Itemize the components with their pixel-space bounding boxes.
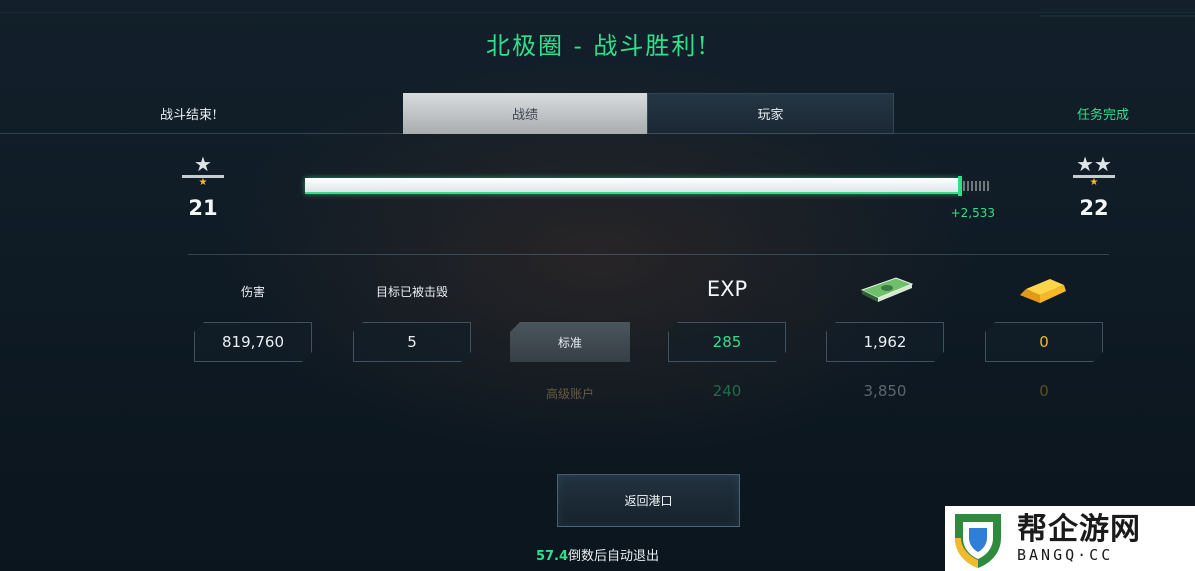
- background-line: [0, 12, 1195, 13]
- countdown-text: 倒数后自动退出: [568, 549, 660, 564]
- money-stack-icon: [860, 277, 914, 302]
- watermark-logo: 帮企游网 BANGQ·CC: [945, 506, 1195, 571]
- standard-exp-value: 285: [668, 322, 786, 362]
- next-level: 22: [1079, 196, 1109, 220]
- exp-label: EXP: [706, 277, 748, 301]
- background-line: [1040, 15, 1195, 17]
- next-rank: ★★ ★ 22: [1069, 154, 1119, 220]
- page-title: 北极圈 - 战斗胜利!: [485, 32, 709, 60]
- stats-divider: [188, 254, 1109, 255]
- premium-cash-value: 3,850: [863, 382, 907, 400]
- rank-insignia-icon: ★★ ★: [1069, 154, 1119, 192]
- current-rank: ★ ★ 21: [178, 154, 228, 220]
- standard-cash-value: 1,962: [826, 322, 944, 362]
- premium-exp-value: 240: [712, 382, 742, 400]
- gold-bar-icon: [1020, 279, 1066, 303]
- premium-gold-value: 0: [1039, 382, 1049, 400]
- tab-stats[interactable]: 战绩: [403, 93, 647, 134]
- destroyed-value: 5: [353, 322, 471, 362]
- damage-label: 伤害: [240, 285, 265, 299]
- standard-gold-value: 0: [985, 322, 1103, 362]
- damage-value: 819,760: [194, 322, 312, 362]
- shield-logo-icon: [955, 513, 1001, 568]
- return-to-port-button[interactable]: 返回港口: [557, 474, 740, 527]
- destroyed-label: 目标已被击毁: [375, 285, 448, 299]
- xp-gain: +2,533: [950, 206, 995, 220]
- xp-progress-fill: [305, 178, 960, 194]
- xp-progress-remaining: [963, 181, 991, 191]
- mission-complete-label: 任务完成: [1076, 108, 1129, 123]
- xp-progress-bar: [305, 176, 991, 196]
- battle-over-label: 战斗结束!: [160, 108, 218, 123]
- rank-insignia-icon: ★ ★: [178, 154, 228, 192]
- tab-players[interactable]: 玩家: [647, 93, 894, 134]
- countdown-seconds: 57.4: [535, 549, 569, 564]
- watermark-text-cn: 帮企游网: [1017, 511, 1141, 547]
- premium-reward-label: 高级账户: [545, 387, 594, 401]
- standard-reward-label: 标准: [510, 322, 630, 362]
- xp-progress-marker: [958, 176, 962, 196]
- watermark-text-en: BANGQ·CC: [1017, 545, 1114, 564]
- current-level: 21: [188, 196, 218, 220]
